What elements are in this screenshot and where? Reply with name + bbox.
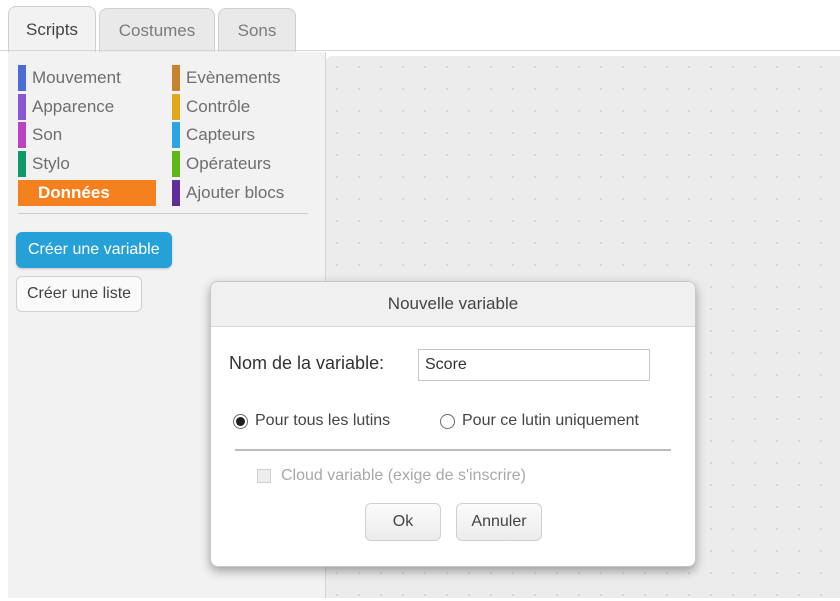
category-label: Stylo (32, 154, 70, 173)
category-label: Son (32, 125, 63, 144)
category-color-swatch (172, 151, 180, 177)
category-motion[interactable]: Mouvement (18, 65, 121, 91)
tabs-divider (0, 50, 840, 51)
radio-button-icon[interactable] (233, 413, 248, 429)
category-label: Apparence (32, 97, 115, 116)
category-label: Opérateurs (186, 154, 272, 173)
category-sound[interactable]: Son (18, 122, 62, 148)
cloud-checkbox (257, 469, 271, 483)
tab-costumes[interactable]: Costumes (99, 8, 215, 52)
category-color-swatch (18, 65, 26, 91)
category-looks[interactable]: Apparence (18, 94, 114, 120)
category-label: Evènements (186, 68, 281, 87)
category-data[interactable]: Données (18, 180, 156, 206)
ok-button[interactable]: Ok (365, 503, 441, 541)
radio-this-sprite-only[interactable]: Pour ce lutin uniquement (440, 412, 639, 430)
variable-name-label: Nom de la variable: (229, 353, 385, 373)
category-color-swatch (18, 122, 26, 148)
radio-label: Pour ce lutin uniquement (462, 412, 639, 429)
create-variable-button[interactable]: Créer une variable (16, 232, 172, 268)
dialog-title: Nouvelle variable (211, 282, 695, 327)
category-color-swatch (172, 180, 180, 206)
palette-divider (18, 213, 308, 214)
category-sensing[interactable]: Capteurs (172, 122, 255, 148)
category-more-blocks[interactable]: Ajouter blocs (172, 180, 284, 206)
category-label: Données (38, 183, 110, 202)
variable-name-input[interactable] (418, 349, 650, 381)
editor-tabs: Scripts Costumes Sons (0, 0, 840, 52)
category-label: Capteurs (186, 125, 255, 144)
tab-scripts[interactable]: Scripts (8, 6, 96, 52)
category-color-swatch (172, 122, 180, 148)
radio-label: Pour tous les lutins (255, 412, 391, 429)
new-variable-dialog: Nouvelle variable Nom de la variable: Po… (210, 281, 696, 567)
category-color-swatch (18, 151, 26, 177)
category-label: Contrôle (186, 97, 251, 116)
category-color-swatch (172, 94, 180, 120)
category-operators[interactable]: Opérateurs (172, 151, 271, 177)
cancel-button[interactable]: Annuler (456, 503, 542, 541)
category-color-swatch (172, 65, 180, 91)
cloud-variable-label: Cloud variable (exige de s'inscrire) (281, 467, 526, 484)
tab-sounds[interactable]: Sons (218, 8, 296, 52)
dialog-separator (235, 449, 671, 451)
radio-button-icon[interactable] (440, 413, 455, 429)
category-color-swatch (18, 180, 32, 206)
category-label: Mouvement (32, 68, 121, 87)
category-label: Ajouter blocs (186, 183, 285, 202)
create-list-button[interactable]: Créer une liste (16, 276, 143, 312)
cloud-variable-option: Cloud variable (exige de s'inscrire) (257, 467, 526, 485)
category-pen[interactable]: Stylo (18, 151, 70, 177)
radio-selected-dot (236, 416, 245, 426)
category-events[interactable]: Evènements (172, 65, 281, 91)
category-color-swatch (18, 94, 26, 120)
radio-all-sprites[interactable]: Pour tous les lutins (233, 412, 390, 430)
category-control[interactable]: Contrôle (172, 94, 250, 120)
